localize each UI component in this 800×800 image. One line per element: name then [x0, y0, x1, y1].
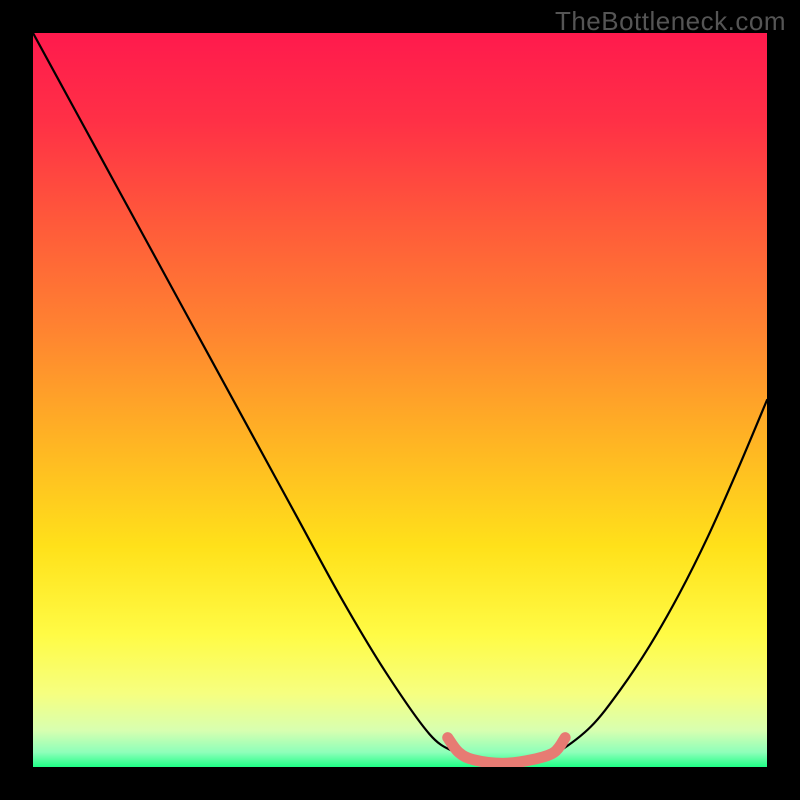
optimal-range-highlight: [448, 738, 565, 764]
curve-overlay: [33, 33, 767, 767]
chart-frame: TheBottleneck.com: [0, 0, 800, 800]
plot-area: [33, 33, 767, 767]
bottleneck-curve: [33, 33, 767, 764]
